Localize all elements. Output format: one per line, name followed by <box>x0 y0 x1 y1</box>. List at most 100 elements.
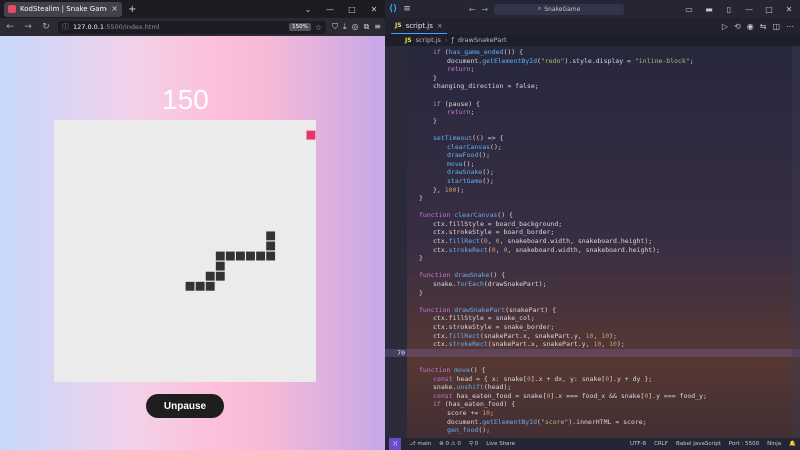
zoom-level-badge[interactable]: 150% <box>289 23 311 31</box>
code-line[interactable] <box>385 91 800 100</box>
nav-back-icon[interactable]: ← <box>469 5 476 14</box>
bookmark-star-icon[interactable]: ☆ <box>315 23 322 32</box>
split-editor-icon[interactable]: ◫ <box>772 22 780 31</box>
code-line[interactable]: return; <box>385 65 800 74</box>
code-line[interactable]: ctx.strokeStyle = board_border; <box>385 228 800 237</box>
code-line[interactable] <box>385 203 800 212</box>
code-line[interactable]: }, 100); <box>385 186 800 195</box>
code-line[interactable]: function clearCanvas() { <box>385 211 800 220</box>
code-line[interactable]: snake.unshift(head); <box>385 383 800 392</box>
code-line[interactable]: function drawSnakePart(snakePart) { <box>385 306 800 315</box>
reload-icon[interactable]: ↻ <box>40 22 52 32</box>
list-tabs-icon[interactable]: ⌄ <box>297 5 319 14</box>
code-editor[interactable]: if (has_game_ended()) {document.getEleme… <box>385 46 800 438</box>
new-tab-button[interactable]: + <box>128 4 136 15</box>
code-line[interactable]: const head = { x: snake[0].x + dx, y: sn… <box>385 375 800 384</box>
code-line[interactable]: document.getElementById("redo").style.di… <box>385 57 800 66</box>
code-line[interactable]: } <box>385 74 800 83</box>
code-line[interactable]: gen_food(); <box>385 426 800 435</box>
code-line[interactable]: ctx.fillStyle = snake_col; <box>385 314 800 323</box>
code-line[interactable]: drawSnake(); <box>385 168 800 177</box>
hamburger-menu-icon[interactable]: ≡ <box>403 4 411 14</box>
eol-indicator[interactable]: CRLF <box>654 441 668 447</box>
code-line[interactable]: clearCanvas(); <box>385 143 800 152</box>
forward-icon[interactable]: → <box>22 22 34 32</box>
code-line[interactable]: } <box>385 194 800 203</box>
code-line[interactable]: setTimeout(() => { <box>385 134 800 143</box>
code-line[interactable]: drawFood(); <box>385 151 800 160</box>
page-scrollbar[interactable] <box>371 36 385 450</box>
close-tab-icon[interactable]: × <box>111 5 118 13</box>
timeline-icon[interactable]: ⟲ <box>734 22 741 31</box>
layout-toggle-icon[interactable]: ▭ <box>682 5 696 14</box>
nav-forward-icon[interactable]: → <box>481 5 488 14</box>
compare-icon[interactable]: ⇆ <box>760 22 767 31</box>
go-live-icon[interactable]: ◉ <box>747 22 754 31</box>
code-line[interactable]: function drawSnake() { <box>385 271 800 280</box>
download-icon[interactable]: ⤓ <box>343 22 347 32</box>
live-server-port[interactable]: Port : 5500 <box>729 441 759 447</box>
code-line[interactable]: } <box>385 254 800 263</box>
branch-indicator[interactable]: ⎇ main <box>409 441 431 447</box>
breadcrumb-file[interactable]: script.js <box>416 36 441 44</box>
unpause-button[interactable]: Unpause <box>146 394 224 418</box>
maximize-button[interactable]: □ <box>341 5 363 14</box>
code-line[interactable]: function move() { <box>385 366 800 375</box>
code-line[interactable]: score += 10; <box>385 409 800 418</box>
code-line[interactable]: ctx.fillRect(snakePart.x, snakePart.y, 1… <box>385 332 800 341</box>
vs-maximize-button[interactable]: □ <box>762 5 776 14</box>
code-line[interactable]: return; <box>385 108 800 117</box>
code-line[interactable]: snake.forEach(drawSnakePart); <box>385 280 800 289</box>
more-actions-icon[interactable]: ⋯ <box>786 22 794 31</box>
command-center-search[interactable]: ⌕ SnakeGame <box>494 3 625 15</box>
close-editor-icon[interactable]: × <box>437 22 443 30</box>
code-line[interactable]: } <box>385 117 800 126</box>
code-line[interactable] <box>385 357 800 366</box>
code-line[interactable]: ctx.fillStyle = board_background; <box>385 220 800 229</box>
shield-icon[interactable]: ⛉ <box>332 22 338 32</box>
close-window-button[interactable]: ✕ <box>363 5 385 14</box>
code-line[interactable]: startGame(); <box>385 177 800 186</box>
menu-icon[interactable]: ≡ <box>374 22 381 32</box>
code-line[interactable]: ctx.strokeRect(0, 0, snakeboard.width, s… <box>385 246 800 255</box>
code-line[interactable] <box>385 263 800 272</box>
vs-minimize-button[interactable]: — <box>742 5 756 14</box>
back-icon[interactable]: ← <box>4 22 16 32</box>
code-line[interactable]: document.getElementById("score").innerHT… <box>385 418 800 427</box>
breadcrumb-symbol[interactable]: drawSnakePart <box>458 36 507 44</box>
url-bar[interactable]: ⓘ 127.0.0.1:5500/index.html 150% ☆ <box>58 20 327 34</box>
code-line[interactable]: if (has_eaten_food) { <box>385 400 800 409</box>
code-line[interactable]: ctx.strokeRect(snakePart.x, snakePart.y,… <box>385 340 800 349</box>
run-icon[interactable]: ▷ <box>722 22 728 31</box>
encoding-indicator[interactable]: UTF-8 <box>630 441 646 447</box>
code-line[interactable]: if (pause) { <box>385 100 800 109</box>
code-line[interactable]: move(); <box>385 160 800 169</box>
extensions-icon[interactable]: ⧉ <box>364 22 370 32</box>
code-line[interactable]: } <box>385 289 800 298</box>
game-board[interactable] <box>54 120 316 382</box>
code-line[interactable]: ctx.fillRect(0, 0, snakeboard.width, sna… <box>385 237 800 246</box>
code-line[interactable] <box>385 125 800 134</box>
editor-scrollbar[interactable] <box>792 46 800 438</box>
code-line[interactable]: ctx.strokeStyle = snake_border; <box>385 323 800 332</box>
live-share-button[interactable]: Live Share <box>486 441 515 447</box>
vs-close-button[interactable]: ✕ <box>782 5 796 14</box>
language-indicator[interactable]: Babel JavaScript <box>676 441 721 447</box>
problems-indicator[interactable]: ⊗ 0 ⚠ 0 <box>439 441 461 447</box>
sidebar-toggle-icon[interactable]: ▯ <box>722 5 736 14</box>
code-line[interactable]: if (has_game_ended()) { <box>385 48 800 57</box>
browser-tab[interactable]: KodStealim | Snake Game × <box>4 1 122 17</box>
minimize-button[interactable]: — <box>319 5 341 14</box>
account-icon[interactable]: ◎ <box>352 22 359 32</box>
notifications-icon[interactable]: 🔔 <box>789 441 796 447</box>
panel-toggle-icon[interactable]: ▬ <box>702 5 716 14</box>
page-info-icon[interactable]: ⓘ <box>62 22 69 32</box>
editor-tab-script[interactable]: JS script.js × <box>391 18 447 34</box>
code-line[interactable]: const has_eaten_food = snake[0].x === fo… <box>385 392 800 401</box>
code-line[interactable]: changing_direction = false; <box>385 82 800 91</box>
remote-indicator[interactable]: ⟩⟨ <box>389 438 402 450</box>
ports-indicator[interactable]: ⚲ 0 <box>469 441 478 447</box>
code-line[interactable]: 70 <box>385 348 800 358</box>
code-line[interactable] <box>385 297 800 306</box>
ninja-indicator[interactable]: Ninja <box>767 441 781 447</box>
